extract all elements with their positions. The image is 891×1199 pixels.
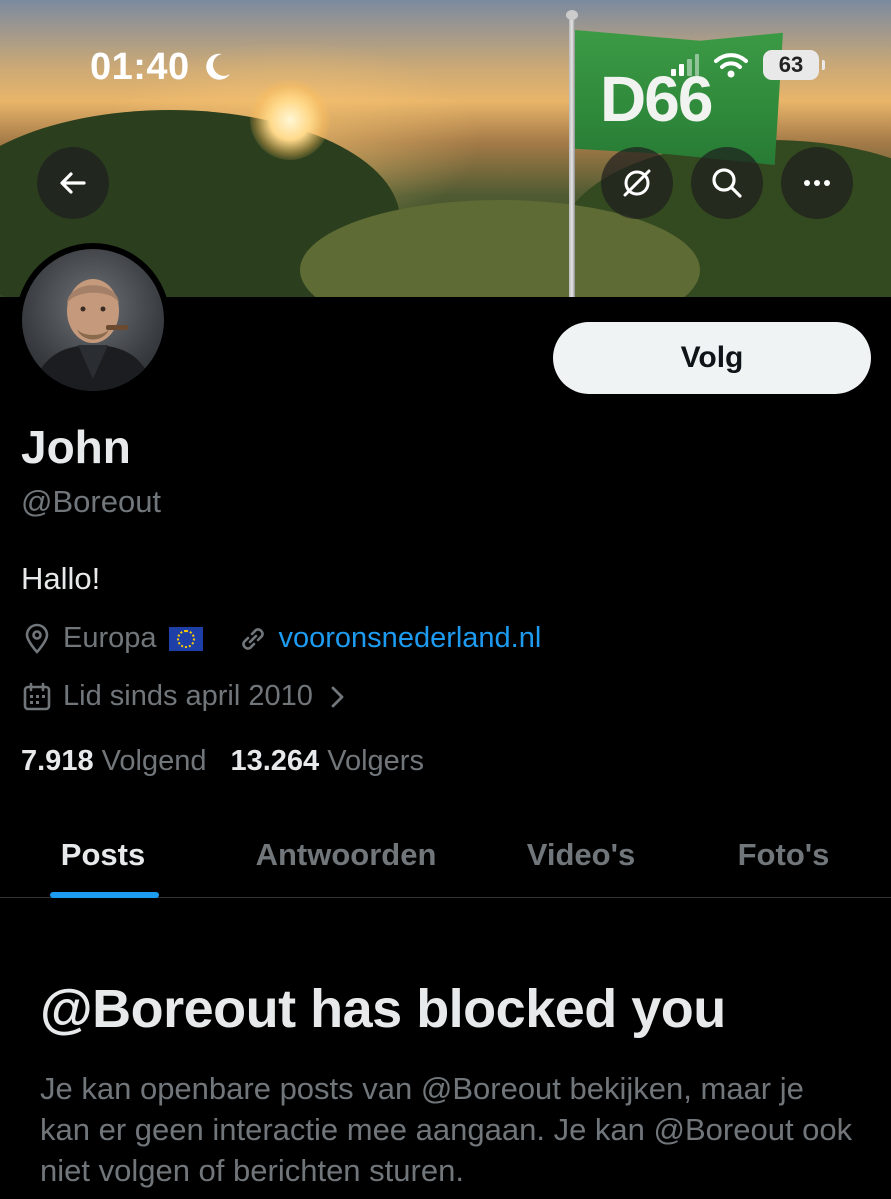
search-icon [712,168,742,198]
tab-posts[interactable]: Posts [0,812,206,898]
avatar-photo [22,249,164,391]
profile-joined: Lid sinds april 2010 [63,680,313,712]
profile-meta-row: Europa vooronsnederland.nl [21,622,541,655]
profile-website-link[interactable]: vooronsnederland.nl [279,622,542,655]
search-button[interactable] [691,147,763,219]
tab-active-indicator [50,892,159,898]
followers-label: Volgers [327,745,424,777]
following-stat[interactable]: 7.918 Volgend [21,745,206,778]
followers-stat[interactable]: 13.264 Volgers [230,745,424,778]
profile-joined-row[interactable]: Lid sinds april 2010 [21,680,363,713]
profile-bio: Hallo! [21,561,101,596]
status-indicators: 63 [669,50,825,80]
blocked-message: Je kan openbare posts van @Boreout bekij… [40,1071,853,1188]
avatar[interactable] [16,243,170,397]
tab-photos-label: Foto's [737,837,830,872]
banner-sun [250,80,330,160]
tab-videos-label: Video's [526,837,636,872]
blocked-title: @Boreout has blocked you [40,979,726,1039]
tab-replies-label: Antwoorden [255,837,437,872]
battery-indicator: 63 [763,50,825,80]
wifi-icon [714,53,748,78]
following-count: 7.918 [21,745,94,777]
flag-pole [569,14,575,297]
eu-flag-icon [168,626,203,651]
grok-button[interactable] [601,147,673,219]
more-dots-icon [804,180,830,186]
cellular-signal-icon [671,54,699,76]
tab-replies[interactable]: Antwoorden [206,812,486,898]
profile-tabs: Posts Antwoorden Video's Foto's [0,812,891,898]
tab-videos[interactable]: Video's [486,812,676,898]
profile-name: John [21,421,131,473]
arrow-left-icon [60,172,86,194]
grok-icon [623,169,651,197]
follow-counts: 7.918 Volgend 13.264 Volgers [21,745,424,778]
profile-banner[interactable]: D66 [0,0,891,297]
profile-location: Europa [63,622,157,654]
link-icon [237,623,269,655]
followers-count: 13.264 [230,745,320,777]
following-label: Volgend [101,745,207,777]
tab-photos[interactable]: Foto's [676,812,891,898]
more-options-button[interactable] [781,147,853,219]
moon-icon [206,53,230,80]
back-button[interactable] [37,147,109,219]
status-time: 01:40 [90,46,190,88]
follow-button[interactable]: Volg [553,322,871,394]
profile-handle: @Boreout [21,484,162,519]
flag-pole-top [566,10,578,20]
chevron-right-icon [321,681,353,713]
tab-posts-label: Posts [60,837,146,872]
avatar-portrait [32,279,154,391]
calendar-icon [21,681,53,713]
location-pin-icon [21,623,53,655]
